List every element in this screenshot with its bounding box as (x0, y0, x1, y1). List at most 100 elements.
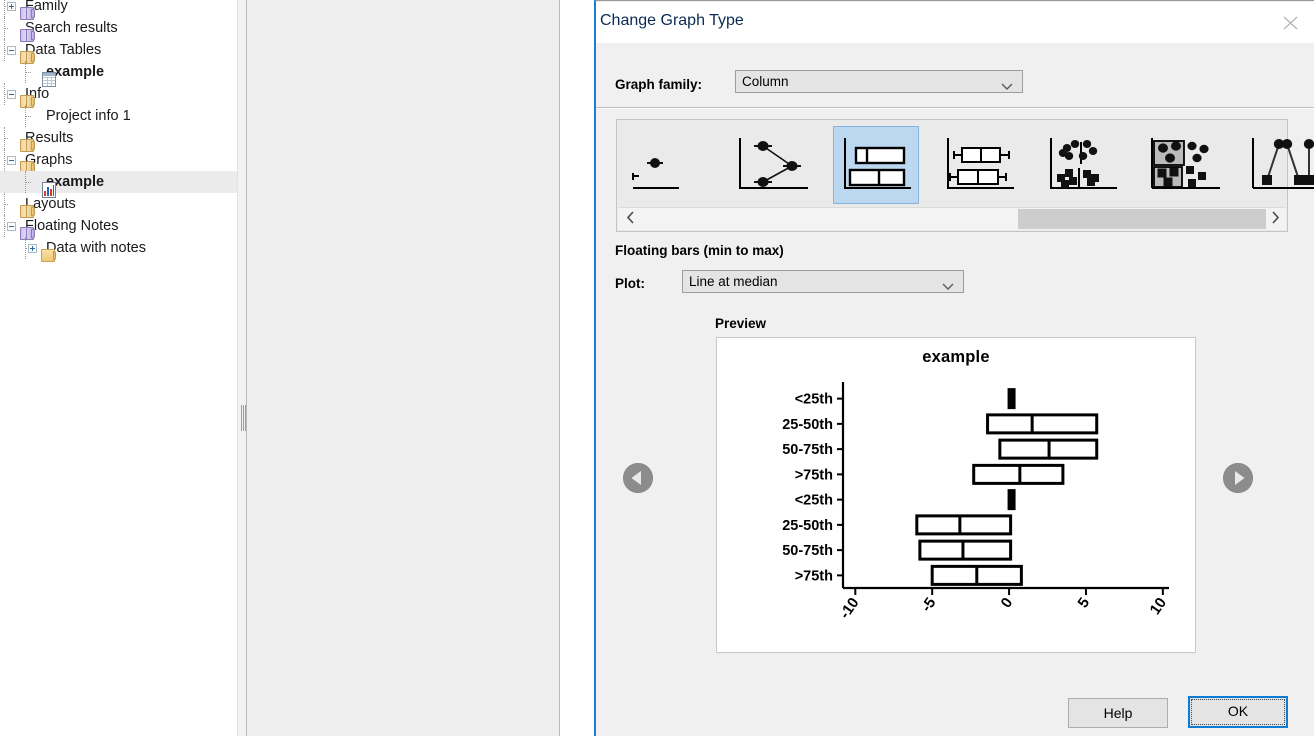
floating-bar (986, 413, 1099, 435)
plot-value: Line at median (689, 274, 778, 289)
close-icon[interactable] (1278, 11, 1304, 35)
y-axis-tick-label: >75th (795, 467, 833, 483)
tree-expander-minus-icon[interactable] (7, 45, 16, 55)
tree-indent (0, 127, 8, 149)
gallery-scrollbar[interactable] (618, 207, 1286, 230)
tree-item-floating-notes[interactable]: Floating Notes (0, 215, 237, 240)
gallery-item-before-after-line[interactable] (721, 121, 824, 209)
gallery-item-before-after-symbols[interactable] (1236, 121, 1314, 209)
next-arrow-icon[interactable] (1223, 463, 1253, 493)
tree-indent (0, 237, 31, 259)
x-axis-tick-label: 5 (1075, 595, 1094, 612)
preview-caption: Preview (715, 316, 767, 331)
chevron-left-icon[interactable] (622, 211, 638, 227)
floating-bar (918, 539, 1013, 561)
gallery-item-box-whisker[interactable] (927, 121, 1030, 209)
dialog-body: Graph family: Column Floating bars (min … (596, 43, 1314, 736)
tree-item-info[interactable]: Info (0, 83, 237, 108)
y-axis-tick-label: 50-75th (782, 442, 833, 458)
sheet-workspace (247, 0, 560, 736)
plot-select[interactable]: Line at median (682, 270, 964, 293)
graph-family-label: Graph family: (615, 77, 703, 92)
dialog-button-bar: Help OK (596, 686, 1314, 736)
graph-preview[interactable]: example <25th 25-50th 50-75th >75th <25th 25-… (716, 337, 1196, 653)
tree-item-layouts[interactable]: Layouts (0, 193, 237, 218)
graph-type-gallery-strip (618, 121, 1314, 209)
tree-item-family[interactable]: Family (0, 0, 237, 20)
floating-bar (972, 463, 1065, 485)
tree-expander-plus-icon[interactable] (7, 1, 16, 11)
x-axis-tick-label: 10 (1147, 595, 1170, 618)
scatter-dot-plot-icon (1050, 138, 1117, 189)
tree-indent (0, 149, 8, 171)
gallery-item-floating-bars-min-to-max[interactable] (824, 121, 927, 209)
change-graph-type-dialog: Change Graph Type Graph family: Column F… (594, 0, 1314, 736)
floating-bar (915, 514, 1013, 536)
tree-item-data-tables[interactable]: Data Tables (0, 39, 237, 64)
preview-chart: <25th 25-50th 50-75th >75th <25th 25-50th 50-7… (782, 382, 1170, 623)
focus-ring (1191, 699, 1285, 725)
floating-bar (1007, 388, 1016, 410)
gallery-item-scatter-with-bar[interactable] (1133, 121, 1236, 209)
y-axis-tick-label: >75th (795, 568, 833, 584)
x-axis-tick-label: 0 (998, 595, 1017, 612)
navigator-panel: Family Search results Data Tables example In… (0, 0, 237, 736)
tree-item-label: Floating Notes (25, 218, 119, 234)
box-whisker-icon (947, 138, 1014, 189)
tree-expander-minus-icon[interactable] (7, 155, 16, 165)
scatter-single-point-icon (632, 158, 679, 189)
tree-item-example[interactable]: example (0, 61, 237, 87)
tree-indent (0, 83, 8, 105)
chevron-right-icon[interactable] (1267, 211, 1283, 227)
graph-family-value: Column (742, 74, 789, 89)
tree-connector-h (25, 72, 31, 73)
tree-item-graphs[interactable]: Graphs (0, 149, 237, 174)
tree-connector-h (25, 116, 31, 117)
dialog-title-bar: Change Graph Type (596, 2, 1314, 43)
graph-family-row: Graph family: Column (596, 58, 1314, 93)
tree-indent (0, 215, 8, 237)
workspace-right-margin (560, 0, 594, 736)
tree-item-search-results[interactable]: Search results (0, 17, 237, 42)
gallery-item-scatter-single-point[interactable] (618, 121, 721, 209)
tree-indent (0, 171, 31, 193)
splitter-grip (241, 405, 246, 431)
graph-type-caption: Floating bars (min to max) (615, 243, 784, 258)
preview-chart-title: example (922, 348, 990, 366)
tree-connector-h (4, 28, 8, 29)
ok-button[interactable]: OK (1188, 696, 1288, 728)
panel-splitter[interactable] (240, 0, 247, 736)
graph-family-select[interactable]: Column (735, 70, 1023, 93)
navigator-tree[interactable]: Family Search results Data Tables example In… (0, 0, 237, 262)
dialog-divider-highlight (596, 108, 1314, 109)
tree-expander-minus-icon[interactable] (7, 89, 16, 99)
tree-indent (0, 39, 8, 61)
floating-bar (930, 564, 1023, 586)
tree-expander-minus-icon[interactable] (7, 221, 16, 231)
plot-label: Plot: (615, 276, 645, 291)
dialog-title: Change Graph Type (600, 12, 744, 29)
tree-expander-plus-icon[interactable] (28, 243, 37, 253)
tree-connector-h (25, 182, 31, 183)
tree-item-label: Data Tables (25, 42, 102, 58)
tree-item-results[interactable]: Results (0, 127, 237, 152)
floating-bar (998, 438, 1099, 460)
tree-indent (0, 61, 31, 83)
previous-arrow-icon[interactable] (623, 463, 653, 493)
before-after-symbols-icon (1252, 138, 1314, 189)
gallery-item-scatter-dot-plot[interactable] (1030, 121, 1133, 209)
y-axis-tick-label: 50-75th (782, 543, 833, 559)
scatter-with-bar-icon (1151, 138, 1220, 189)
tree-connector-h (4, 138, 8, 139)
tree-item-label: Project info 1 (46, 108, 131, 124)
tree-item-project-info-1[interactable]: Project info 1 (0, 105, 237, 127)
gallery-scrollbar-thumb[interactable] (1018, 209, 1266, 229)
chevron-down-icon (942, 279, 954, 294)
x-axis-tick-label: -10 (836, 595, 862, 623)
tree-connector-h (4, 204, 8, 205)
tree-indent (0, 17, 8, 39)
help-button[interactable]: Help (1068, 698, 1168, 728)
tree-item-example[interactable]: example (0, 171, 237, 198)
tree-item-data-with-notes[interactable]: Data with notes (0, 237, 237, 262)
y-axis-tick-label: 25-50th (782, 518, 833, 534)
